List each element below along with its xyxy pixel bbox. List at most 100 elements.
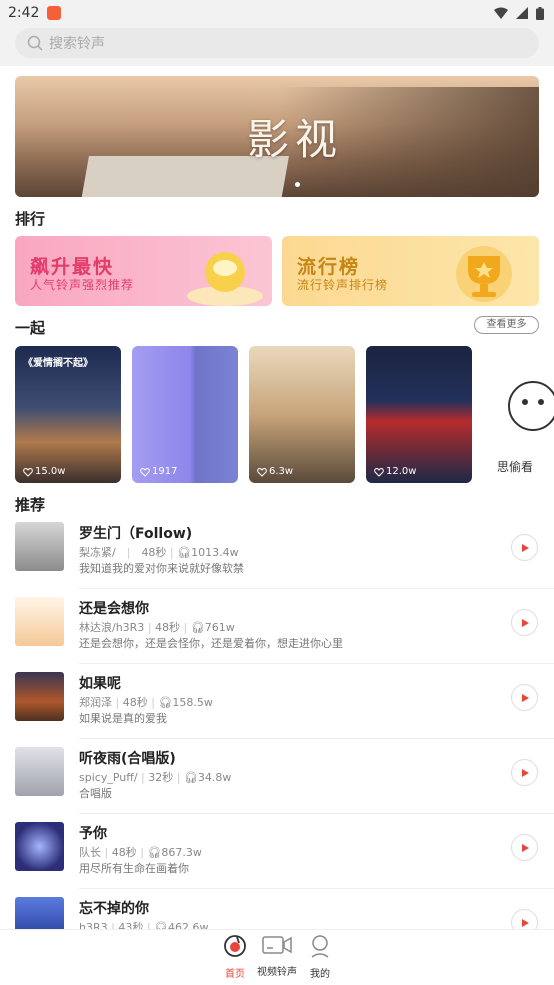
play-icon [521, 843, 529, 852]
partial-card-text: 思偷看 [497, 460, 534, 474]
song-cover [15, 822, 64, 871]
bell-mascot-icon [187, 252, 263, 306]
play-button[interactable] [511, 609, 538, 636]
app-notification-icon [47, 6, 62, 20]
play-icon [521, 768, 529, 777]
song-artist: 队长 [79, 846, 101, 859]
cartoon-face-icon [508, 381, 554, 431]
song-title: 罗生门（Follow) [79, 526, 193, 542]
likes-value: 15.0w [35, 466, 66, 477]
play-icon [521, 693, 529, 702]
song-title: 听夜雨(合唱版) [79, 751, 176, 767]
likes-count: 12.0w [374, 466, 416, 477]
play-button[interactable] [511, 759, 538, 786]
song-artist: 郑润泽 [79, 696, 112, 709]
video-card[interactable]: 1917 [132, 346, 238, 483]
banner-carousel[interactable]: 影视 [15, 76, 539, 197]
song-desc: 用尽所有生命在画着你 [79, 862, 189, 875]
status-icons [494, 6, 544, 20]
song-meta: 林达浪/h3R3 | 48秒 | 🎧︎761w [79, 621, 235, 634]
section-title-together: 一起 [15, 319, 46, 337]
song-duration: 48秒 [111, 846, 137, 859]
wifi-icon [494, 7, 508, 19]
play-icon [521, 618, 529, 627]
video-card-row: 《爱情搁不起》 15.0w 1917 6.3w 12.0w 思偷看 [15, 346, 554, 483]
list-item[interactable]: 还是会想你 林达浪/h3R3 | 48秒 | 🎧︎761w 还是会想你，还是会怪… [0, 589, 554, 664]
tab-video-ringtone[interactable]: 视频铃声 [254, 934, 300, 978]
headphones-icon: 🎧︎ [177, 546, 192, 559]
song-meta: spicy_Puff/ | 32秒 | 🎧︎34.8w [79, 771, 232, 784]
song-cover [15, 522, 64, 571]
song-meta: 队长 | 48秒 | 🎧︎867.3w [79, 846, 202, 859]
song-meta: 梨冻紧/ | 48秒 | 🎧︎1013.4w [79, 546, 239, 559]
list-item[interactable]: 如果呢 郑润泽 | 48秒 | 🎧︎158.5w 如果说是真的爱我 [0, 664, 554, 739]
status-bar: 2:42 [0, 0, 554, 26]
video-card[interactable]: 6.3w [249, 346, 355, 483]
bottom-tab-bar: 首页 视频铃声 我的 [0, 929, 554, 985]
search-placeholder: 搜索铃声 [49, 36, 105, 52]
song-desc: 如果说是真的爱我 [79, 712, 167, 725]
song-cover [15, 747, 64, 796]
play-button[interactable] [511, 684, 538, 711]
heart-icon [23, 467, 33, 477]
video-card[interactable]: 12.0w [366, 346, 472, 483]
ranking-card-rising[interactable]: 飙升最快 人气铃声强烈推荐 [15, 236, 272, 306]
song-artist: 林达浪/h3R3 [79, 621, 145, 634]
song-desc: 还是会想你，还是会怪你，还是爱着你，想走进你心里 [79, 637, 343, 650]
status-time: 2:42 [8, 5, 40, 21]
list-item[interactable]: 予你 队长 | 48秒 | 🎧︎867.3w 用尽所有生命在画着你 [0, 814, 554, 889]
ranking-card-subtitle: 流行铃声排行榜 [297, 278, 389, 292]
likes-value: 1917 [152, 466, 178, 477]
tab-home[interactable]: 首页 [212, 934, 258, 980]
song-artist: 梨冻紧/ [79, 546, 116, 559]
song-plays: 1013.4w [191, 546, 239, 559]
video-icon [262, 936, 292, 954]
headphones-icon: 🎧︎ [147, 846, 162, 859]
song-duration: 32秒 [148, 771, 174, 784]
search-icon [27, 35, 43, 51]
heart-icon [374, 467, 384, 477]
song-plays: 761w [204, 621, 235, 634]
likes-count: 6.3w [257, 466, 293, 477]
video-card[interactable]: 思偷看 [483, 346, 554, 483]
home-disc-icon [224, 935, 246, 957]
section-title-ranking: 排行 [15, 210, 46, 228]
headphones-icon: 🎧︎ [190, 621, 205, 634]
video-card-overlay-title: 《爱情搁不起》 [23, 358, 93, 369]
headphones-icon: 🎧︎ [158, 696, 173, 709]
play-button[interactable] [511, 834, 538, 861]
song-title: 如果呢 [79, 676, 121, 692]
banner-title: 影视 [247, 115, 344, 164]
song-meta: 郑润泽 | 48秒 | 🎧︎158.5w [79, 696, 213, 709]
song-cover [15, 597, 64, 646]
song-plays: 34.8w [197, 771, 232, 784]
ranking-card-popular[interactable]: 流行榜 流行铃声排行榜 [282, 236, 539, 306]
section-title-recommend: 推荐 [15, 496, 46, 514]
user-icon [311, 935, 329, 958]
song-plays: 867.3w [161, 846, 202, 859]
song-desc: 我知道我的爱对你来说就好像软禁 [79, 562, 244, 575]
list-item[interactable]: 罗生门（Follow) 梨冻紧/ | 48秒 | 🎧︎1013.4w 我知道我的… [0, 514, 554, 589]
heart-icon [140, 467, 150, 477]
video-card[interactable]: 《爱情搁不起》 15.0w [15, 346, 121, 483]
list-item[interactable]: 听夜雨(合唱版) spicy_Puff/ | 32秒 | 🎧︎34.8w 合唱版 [0, 739, 554, 814]
carousel-indicator [295, 182, 300, 187]
ranking-card-title: 飙升最快 [30, 256, 115, 278]
tab-label: 首页 [225, 969, 245, 980]
song-title: 予你 [79, 826, 107, 842]
tab-label: 我的 [310, 969, 330, 980]
song-duration: 48秒 [141, 546, 167, 559]
song-duration: 48秒 [122, 696, 148, 709]
search-input[interactable]: 搜索铃声 [15, 28, 539, 58]
view-more-button[interactable]: 查看更多 [474, 316, 539, 334]
ranking-card-subtitle: 人气铃声强烈推荐 [30, 278, 135, 292]
song-title: 忘不掉的你 [79, 901, 149, 917]
play-button[interactable] [511, 534, 538, 561]
trophy-icon [456, 246, 512, 302]
song-duration: 48秒 [155, 621, 181, 634]
tab-mine[interactable]: 我的 [297, 934, 343, 980]
likes-count: 15.0w [23, 466, 65, 477]
tab-label: 视频铃声 [257, 967, 297, 978]
ranking-card-title: 流行榜 [297, 256, 361, 278]
likes-value: 12.0w [386, 466, 417, 477]
